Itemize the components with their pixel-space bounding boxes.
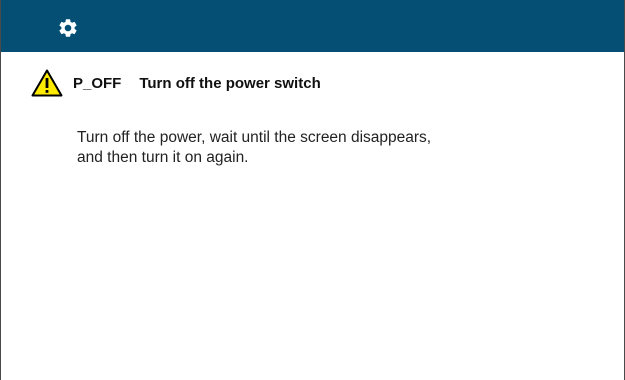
message-body: Turn off the power, wait until the scree… <box>77 128 577 168</box>
gear-icon[interactable] <box>57 17 79 39</box>
top-bar <box>1 0 624 52</box>
message-body-line: Turn off the power, wait until the scree… <box>77 129 432 146</box>
warning-icon <box>31 69 63 97</box>
message-body-line: and then turn it on again. <box>77 149 249 166</box>
message-header: P_OFF Turn off the power switch <box>31 68 321 98</box>
error-code: P_OFF <box>73 74 122 92</box>
error-screen: P_OFF Turn off the power switch Turn off… <box>0 0 625 380</box>
message-title: Turn off the power switch <box>139 74 321 92</box>
